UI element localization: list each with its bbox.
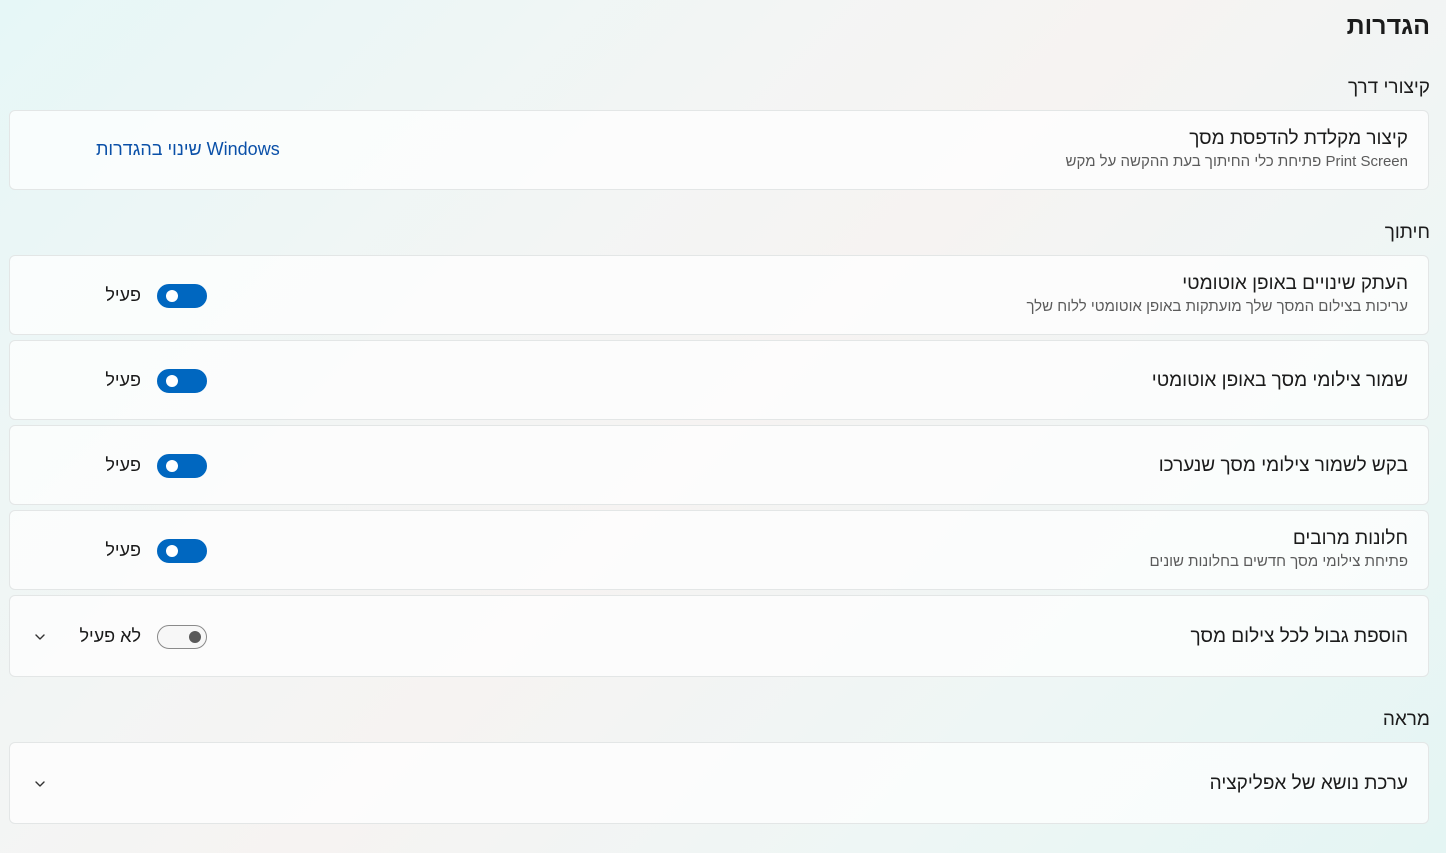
multi-windows-state-label: פעיל [105,540,141,560]
print-screen-title: קיצור מקלדת להדפסת מסך [1189,128,1408,149]
toggle-knob [166,375,178,387]
page-title: הגדרות [1346,12,1430,40]
border-card[interactable]: הוספת גבול לכל צילום מסך לא פעיל [9,595,1429,677]
auto-save-toggle[interactable] [157,369,207,393]
multi-windows-card: חלונות מרובים פתיחת צילומי מסך חדשים בחל… [9,510,1429,590]
ask-save-card: בקש לשמור צילומי מסך שנערכו פעיל [9,425,1429,505]
print-screen-card: קיצור מקלדת להדפסת מסך פתיחת כלי החיתוך … [9,110,1429,190]
auto-copy-state-label: פעיל [105,285,141,305]
auto-save-title: שמור צילומי מסך באופן אוטומטי [1151,370,1408,391]
ask-save-state-label: פעיל [105,455,141,475]
auto-copy-card: העתק שינויים באופן אוטומטי עריכות בצילום… [9,255,1429,335]
theme-card[interactable]: ערכת נושא של אפליקציה [9,742,1429,824]
ask-save-title: בקש לשמור צילומי מסך שנערכו [1158,455,1408,476]
ask-save-toggle[interactable] [157,454,207,478]
section-title-shortcuts: קיצורי דרך [1347,77,1430,98]
auto-copy-title: העתק שינויים באופן אוטומטי [1182,273,1408,294]
border-title: הוספת גבול לכל צילום מסך [1190,626,1408,647]
toggle-knob [166,545,178,557]
section-title-snipping: חיתוך [1384,222,1430,243]
chevron-down-icon[interactable] [32,629,48,645]
toggle-knob [189,631,201,643]
multi-windows-title: חלונות מרובים [1292,528,1408,549]
auto-save-state-label: פעיל [105,370,141,390]
border-state-label: לא פעיל [79,626,141,646]
print-screen-subtitle: פתיחת כלי החיתוך בעת ההקשה על מקש Print … [1065,153,1408,170]
multi-windows-subtitle: פתיחת צילומי מסך חדשים בחלונות שונים [1149,553,1408,570]
toggle-knob [166,460,178,472]
change-in-windows-settings-link[interactable]: שינוי בהגדרות Windows [96,139,280,160]
section-title-appearance: מראה [1382,709,1430,730]
theme-title: ערכת נושא של אפליקציה [1209,773,1408,794]
auto-copy-subtitle: עריכות בצילום המסך שלך מועתקות באופן אוט… [1026,298,1408,315]
toggle-knob [166,290,178,302]
auto-copy-toggle[interactable] [157,284,207,308]
chevron-down-icon[interactable] [32,776,48,792]
auto-save-card: שמור צילומי מסך באופן אוטומטי פעיל [9,340,1429,420]
border-toggle[interactable] [157,625,207,649]
multi-windows-toggle[interactable] [157,539,207,563]
